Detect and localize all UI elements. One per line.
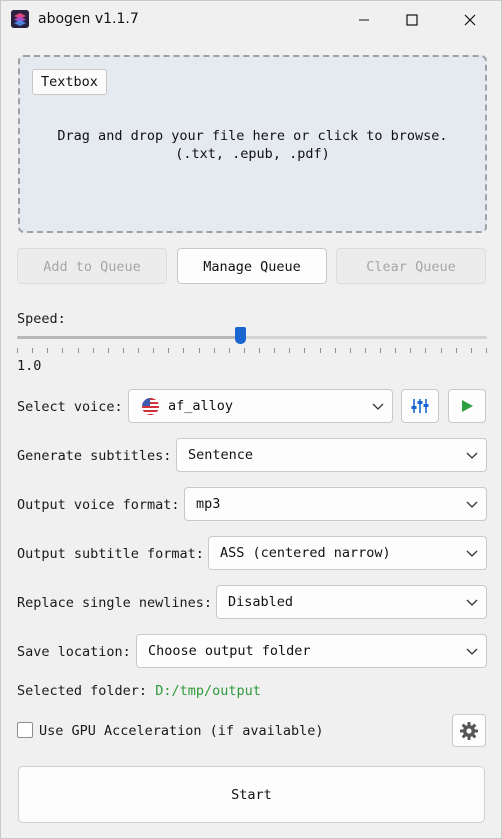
select-voice-label: Select voice: [17, 399, 123, 415]
slider-tick [304, 348, 305, 353]
chevron-down-icon [466, 452, 478, 459]
minimize-button[interactable] [341, 1, 387, 38]
output-subtitle-format-label: Output subtitle format: [17, 546, 204, 562]
textbox-button[interactable]: Textbox [32, 69, 107, 95]
us-flag-icon [142, 398, 159, 415]
play-icon [462, 400, 473, 412]
slider-tick [380, 348, 381, 353]
drop-instructions-line: Drag and drop your file here or click to… [57, 128, 448, 144]
slider-tick [471, 348, 472, 353]
gpu-acceleration-label[interactable]: Use GPU Acceleration (if available) [39, 723, 323, 739]
slider-tick [244, 348, 245, 353]
gpu-settings-button[interactable] [452, 714, 486, 747]
window-title: abogen v1.1.7 [38, 11, 139, 27]
slider-tick [486, 348, 487, 353]
slider-tick [123, 348, 124, 353]
speed-slider[interactable] [17, 327, 487, 344]
chevron-down-icon [466, 599, 478, 606]
slider-tick [47, 348, 48, 353]
output-subtitle-format-select[interactable]: ASS (centered narrow) [208, 536, 487, 570]
sliders-icon [411, 399, 429, 413]
replace-newlines-label: Replace single newlines: [17, 595, 213, 611]
clear-queue-button[interactable]: Clear Queue [336, 248, 486, 284]
maximize-button[interactable] [389, 1, 435, 38]
voice-select[interactable]: af_alloy [128, 389, 393, 423]
chevron-down-icon [466, 550, 478, 557]
supported-formats-line: (.txt, .epub, .pdf) [175, 146, 330, 162]
app-window: abogen v1.1.7 Textbox Drag and drop your… [0, 0, 502, 839]
voice-mixer-button[interactable] [401, 389, 439, 423]
title-bar[interactable]: abogen v1.1.7 [1, 1, 501, 38]
close-icon [464, 14, 476, 25]
selected-folder-path[interactable]: D:/tmp/output [155, 683, 261, 699]
chevron-down-icon [466, 648, 478, 655]
slider-tick [138, 348, 139, 353]
slider-tick [78, 348, 79, 353]
slider-tick [62, 348, 63, 353]
slider-tick [441, 348, 442, 353]
save-location-select[interactable]: Choose output folder [136, 634, 487, 668]
speed-slider-ticks [17, 348, 487, 354]
selected-folder-label: Selected folder: [17, 683, 148, 699]
save-location-label: Save location: [17, 644, 131, 660]
slider-tick [395, 348, 396, 353]
output-voice-format-label: Output voice format: [17, 497, 180, 513]
slider-tick [350, 348, 351, 353]
slider-tick [168, 348, 169, 353]
preview-voice-button[interactable] [448, 389, 486, 423]
generate-subtitles-label: Generate subtitles: [17, 448, 172, 464]
slider-tick [199, 348, 200, 353]
slider-tick [456, 348, 457, 353]
manage-queue-button[interactable]: Manage Queue [177, 248, 327, 284]
generate-subtitles-select[interactable]: Sentence [176, 438, 487, 472]
app-logo-icon [11, 10, 29, 28]
slider-tick [183, 348, 184, 353]
slider-tick [365, 348, 366, 353]
speed-slider-fill [17, 336, 241, 339]
slider-tick [274, 348, 275, 353]
gear-icon [460, 721, 478, 740]
speed-label: Speed: [17, 311, 66, 327]
slider-tick [32, 348, 33, 353]
drop-instructions: Drag and drop your file here or click to… [20, 127, 485, 163]
slider-tick [17, 348, 18, 353]
output-voice-format-value: mp3 [196, 496, 221, 512]
replace-newlines-select[interactable]: Disabled [216, 585, 487, 619]
selected-folder-row: Selected folder: D:/tmp/output [17, 683, 261, 699]
gpu-acceleration-checkbox[interactable] [17, 722, 33, 738]
slider-tick [229, 348, 230, 353]
chevron-down-icon [372, 403, 384, 410]
output-voice-format-select[interactable]: mp3 [184, 487, 487, 521]
start-button[interactable]: Start [18, 766, 485, 823]
slider-tick [259, 348, 260, 353]
close-button[interactable] [447, 1, 493, 38]
slider-tick [410, 348, 411, 353]
maximize-icon [406, 13, 418, 26]
slider-tick [214, 348, 215, 353]
slider-tick [289, 348, 290, 353]
slider-tick [93, 348, 94, 353]
slider-tick [153, 348, 154, 353]
voice-select-value: af_alloy [168, 398, 234, 414]
output-subtitle-format-value: ASS (centered narrow) [220, 545, 391, 561]
slider-tick [335, 348, 336, 353]
speed-value: 1.0 [17, 358, 42, 374]
file-drop-zone[interactable]: Textbox Drag and drop your file here or … [18, 55, 487, 233]
slider-tick [108, 348, 109, 353]
slider-tick [320, 348, 321, 353]
chevron-down-icon [466, 501, 478, 508]
save-location-value: Choose output folder [148, 643, 311, 659]
replace-newlines-value: Disabled [228, 594, 294, 610]
add-to-queue-button[interactable]: Add to Queue [17, 248, 167, 284]
generate-subtitles-value: Sentence [188, 447, 254, 463]
minimize-icon [359, 19, 369, 20]
slider-tick [425, 348, 426, 353]
speed-slider-handle[interactable] [235, 327, 247, 344]
